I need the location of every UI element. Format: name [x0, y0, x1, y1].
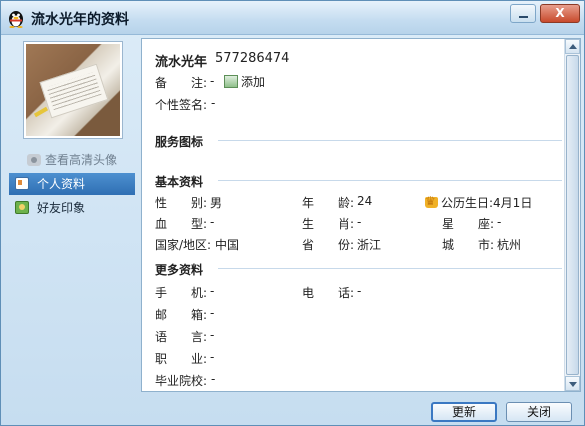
birthday-label: 公历生日:: [441, 196, 494, 210]
add-remark-icon: [224, 75, 238, 88]
province-value: 浙江: [357, 238, 382, 252]
mobile-label: 手 机:: [155, 286, 208, 300]
profile-card-icon: [15, 177, 29, 190]
friend-impression-icon: [15, 201, 29, 214]
title-bar[interactable]: 流水光年的资料 X: [1, 1, 584, 35]
constellation-value: -: [497, 215, 502, 229]
section-title-service: 服务图标: [155, 135, 204, 149]
phone-label: 电 话:: [302, 286, 355, 300]
avatar-image: [26, 44, 120, 136]
close-icon: X: [555, 6, 565, 20]
blood-type-value: -: [210, 215, 215, 229]
section-title-basic: 基本资料: [155, 175, 204, 189]
mobile-value: -: [210, 284, 215, 298]
scroll-down-icon[interactable]: [565, 376, 580, 391]
camera-icon: [27, 154, 41, 166]
section-divider: [218, 180, 562, 181]
add-remark-label: 添加: [241, 75, 266, 89]
section-title-more: 更多资料: [155, 263, 204, 277]
age-value: 24: [357, 194, 373, 208]
signature-value: -: [211, 96, 216, 110]
birthday-value: 4月1日: [493, 196, 533, 210]
sidebar-item-label: 好友印象: [37, 201, 86, 215]
qq-penguin-icon: [9, 11, 23, 28]
remark-label: 备 注:: [155, 76, 208, 90]
city-value: 杭州: [497, 238, 522, 252]
country-value: 中国: [215, 238, 240, 252]
zodiac-value: -: [357, 215, 362, 229]
sidebar-item-friend-impression[interactable]: 好友印象: [9, 197, 135, 219]
profile-content-panel[interactable]: 流水光年 577286474 备 注: - 添加 个性签名: - 服务图标 基本…: [141, 38, 581, 392]
occupation-value: -: [210, 350, 215, 364]
province-label: 省 份:: [302, 238, 355, 252]
scroll-up-icon[interactable]: [565, 39, 580, 54]
birthday-field: 公历生日:4月1日: [425, 194, 532, 211]
language-value: -: [210, 328, 215, 342]
view-hd-avatar-link[interactable]: 查看高清头像: [27, 151, 117, 168]
view-hd-avatar-label: 查看高清头像: [45, 153, 118, 167]
age-label: 年 龄:: [302, 196, 355, 210]
close-window-button[interactable]: X: [540, 4, 580, 23]
country-label: 国家/地区:: [155, 238, 212, 252]
section-divider: [218, 268, 562, 269]
city-label: 城 市:: [442, 238, 495, 252]
gender-value: 男: [210, 196, 223, 210]
blood-type-label: 血 型:: [155, 217, 208, 231]
vertical-scrollbar[interactable]: [564, 39, 580, 391]
sidebar: 查看高清头像 个人资料 好友印象: [7, 39, 137, 389]
remark-value: -: [210, 74, 215, 88]
avatar[interactable]: [23, 41, 123, 139]
email-label: 邮 箱:: [155, 308, 208, 322]
occupation-label: 职 业:: [155, 352, 208, 366]
signature-label: 个性签名:: [155, 98, 208, 112]
school-label: 毕业院校:: [155, 374, 208, 388]
sidebar-item-personal-info[interactable]: 个人资料: [9, 173, 135, 195]
crown-icon: [425, 194, 438, 208]
email-value: -: [210, 306, 215, 320]
close-button[interactable]: 关闭: [506, 402, 572, 422]
school-value: -: [211, 372, 216, 386]
add-remark-link[interactable]: 添加: [224, 73, 265, 90]
minimize-button[interactable]: [510, 4, 536, 23]
profile-window: 流水光年的资料 X 查看高清头像 个人资料 好友印象 流水光年 57728647…: [0, 0, 585, 426]
gender-label: 性 别:: [155, 196, 208, 210]
constellation-label: 星 座:: [442, 217, 495, 231]
sidebar-item-label: 个人资料: [37, 177, 86, 191]
refresh-button[interactable]: 更新: [431, 402, 497, 422]
qq-number: 577286474: [215, 51, 290, 66]
section-divider: [218, 140, 562, 141]
language-label: 语 言:: [155, 330, 208, 344]
phone-value: -: [357, 284, 362, 298]
zodiac-label: 生 肖:: [302, 217, 355, 231]
window-title: 流水光年的资料: [31, 12, 129, 28]
scroll-thumb[interactable]: [566, 55, 579, 375]
nickname: 流水光年: [155, 55, 208, 70]
